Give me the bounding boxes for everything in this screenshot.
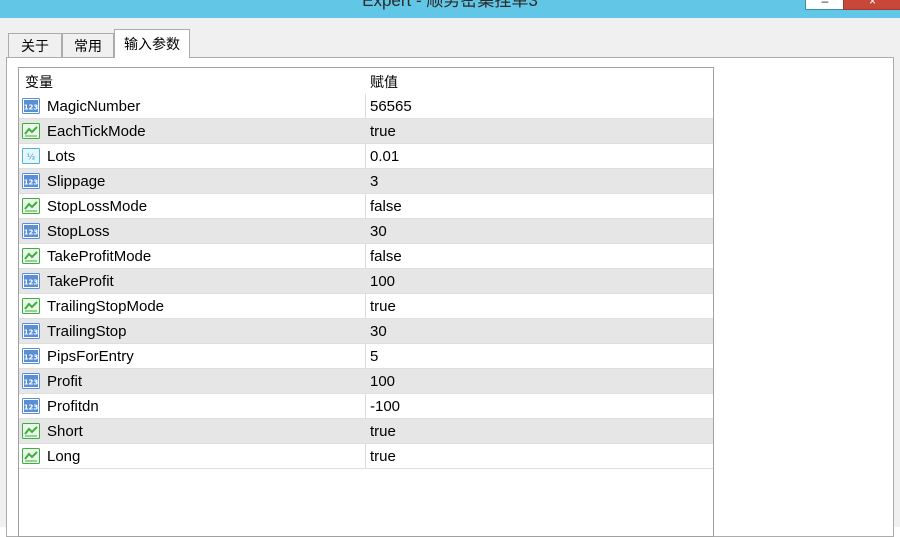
tab-about[interactable]: 关于 — [8, 33, 62, 57]
svg-text:123: 123 — [24, 354, 39, 362]
minimize-button[interactable]: – — [805, 0, 845, 10]
variable-name: TakeProfit — [47, 273, 114, 290]
boolean-icon — [22, 123, 40, 139]
svg-text:123: 123 — [24, 179, 39, 187]
boolean-icon — [22, 198, 40, 214]
integer-icon: 123 — [22, 348, 40, 364]
variable-name: Long — [47, 448, 81, 465]
table-row[interactable]: 123 MagicNumber 56565 — [19, 94, 713, 119]
variable-value[interactable]: 56565 — [370, 94, 412, 119]
variable-value[interactable]: 100 — [370, 369, 395, 394]
table-row[interactable]: EachTickMode true — [19, 119, 713, 144]
variable-name: PipsForEntry — [47, 348, 134, 365]
table-row[interactable]: Long true — [19, 444, 713, 469]
variable-value[interactable]: 3 — [370, 169, 378, 194]
parameters-grid: 变量 赋值 123 MagicNumber 56565 EachTickMode tru… — [18, 67, 714, 537]
variable-value[interactable]: true — [370, 294, 396, 319]
variable-name: TrailingStopMode — [47, 298, 165, 315]
variable-name: EachTickMode — [47, 123, 146, 140]
integer-icon: 123 — [22, 373, 40, 389]
svg-text:123: 123 — [24, 279, 39, 287]
table-row[interactable]: Short true — [19, 419, 713, 444]
variable-value[interactable]: 100 — [370, 269, 395, 294]
variable-name: TakeProfitMode — [47, 248, 152, 265]
svg-text:123: 123 — [24, 404, 39, 412]
integer-icon: 123 — [22, 223, 40, 239]
window-title: Expert - 顺势密集挂单3 — [362, 0, 538, 10]
integer-icon: 123 — [22, 273, 40, 289]
variable-value[interactable]: true — [370, 119, 396, 144]
variable-value[interactable]: 0.01 — [370, 144, 399, 169]
column-header-variable[interactable]: 变量 — [25, 68, 53, 94]
table-row[interactable]: TakeProfitMode false — [19, 244, 713, 269]
table-row[interactable]: 123 StopLoss 30 — [19, 219, 713, 244]
variable-name: StopLossMode — [47, 198, 148, 215]
variable-value[interactable]: false — [370, 194, 402, 219]
variable-name: Short — [47, 423, 83, 440]
column-header-value[interactable]: 赋值 — [370, 68, 398, 94]
title-bar: Expert - 顺势密集挂单3 – × — [0, 0, 900, 18]
variable-name: StopLoss — [47, 223, 110, 240]
variable-value[interactable]: true — [370, 419, 396, 444]
variable-value[interactable]: 30 — [370, 219, 387, 244]
variable-value[interactable]: true — [370, 444, 396, 469]
table-row[interactable]: 123 PipsForEntry 5 — [19, 344, 713, 369]
table-row[interactable]: 123 TakeProfit 100 — [19, 269, 713, 294]
variable-name: MagicNumber — [47, 98, 141, 115]
variable-name: Lots — [47, 148, 76, 165]
variable-name: Profit — [47, 373, 83, 390]
table-row[interactable]: 123 Profit 100 — [19, 369, 713, 394]
double-icon: ½ — [22, 148, 40, 164]
variable-value[interactable]: false — [370, 244, 402, 269]
table-row[interactable]: ½ Lots 0.01 — [19, 144, 713, 169]
integer-icon: 123 — [22, 173, 40, 189]
table-row[interactable]: StopLossMode false — [19, 194, 713, 219]
integer-icon: 123 — [22, 98, 40, 114]
svg-text:½: ½ — [27, 152, 35, 162]
svg-text:123: 123 — [24, 329, 39, 337]
boolean-icon — [22, 248, 40, 264]
svg-text:123: 123 — [24, 379, 39, 387]
boolean-icon — [22, 423, 40, 439]
variable-value[interactable]: 5 — [370, 344, 378, 369]
boolean-icon — [22, 298, 40, 314]
grid-header: 变量 赋值 — [19, 68, 713, 94]
variable-value[interactable]: -100 — [370, 394, 400, 419]
variable-name: TrailingStop — [47, 323, 127, 340]
svg-text:123: 123 — [24, 104, 39, 112]
tab-common[interactable]: 常用 — [62, 33, 114, 57]
integer-icon: 123 — [22, 323, 40, 339]
svg-text:123: 123 — [24, 229, 39, 237]
variable-name: Profitdn — [47, 398, 99, 415]
close-button[interactable]: × — [843, 0, 900, 10]
table-row[interactable]: 123 Slippage 3 — [19, 169, 713, 194]
variable-name: Slippage — [47, 173, 106, 190]
integer-icon: 123 — [22, 398, 40, 414]
variable-value[interactable]: 30 — [370, 319, 387, 344]
tab-inputs[interactable]: 输入参数 — [114, 29, 190, 58]
table-row[interactable]: 123 TrailingStop 30 — [19, 319, 713, 344]
grid-rows: 123 MagicNumber 56565 EachTickMode true ½ Lots… — [19, 94, 713, 469]
table-row[interactable]: TrailingStopMode true — [19, 294, 713, 319]
boolean-icon — [22, 448, 40, 464]
table-row[interactable]: 123 Profitdn -100 — [19, 394, 713, 419]
